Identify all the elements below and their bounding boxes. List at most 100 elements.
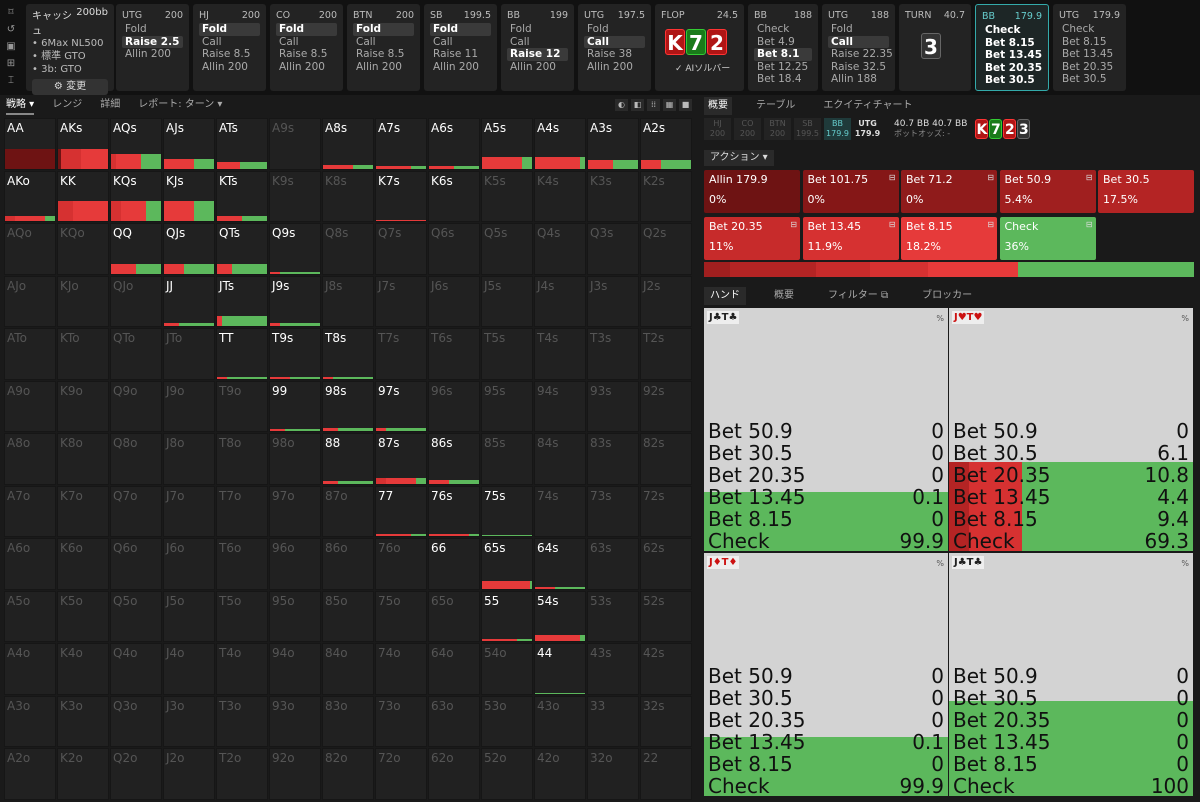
action-option[interactable]: Allin 200 xyxy=(353,61,414,74)
cash-card[interactable]: キャッシュ 200bb • 6Max NL500 • 標準 GTO • 3b: GTO ⚙… xyxy=(26,4,114,95)
action-option[interactable]: Call xyxy=(199,36,260,49)
expand-icon[interactable]: ⊟ xyxy=(889,173,896,182)
range-cell[interactable]: 76o xyxy=(375,538,427,590)
range-cell[interactable]: 55 xyxy=(481,590,533,642)
range-cell[interactable]: Q5s xyxy=(481,223,533,275)
range-cell[interactable]: A8s xyxy=(322,118,374,170)
range-cell[interactable]: J5s xyxy=(481,275,533,327)
action-option[interactable]: Call xyxy=(507,36,568,49)
range-cell[interactable]: Q4s xyxy=(534,223,586,275)
range-cell[interactable]: AJo xyxy=(4,275,56,327)
range-cell[interactable]: J9s xyxy=(269,275,321,327)
range-cell[interactable]: KJo xyxy=(57,275,109,327)
range-cell[interactable]: KK xyxy=(57,170,109,222)
range-cell[interactable]: AKs xyxy=(57,118,109,170)
action-option[interactable]: Bet 30.5 xyxy=(1059,73,1120,86)
action-box[interactable]: Bet 30.5 17.5% xyxy=(1098,170,1194,213)
action-option[interactable]: Bet 4.9 xyxy=(754,36,812,49)
grid-view-icon[interactable]: ▦ xyxy=(663,99,676,111)
range-cell[interactable]: T6s xyxy=(428,328,480,380)
range-cell[interactable]: K5o xyxy=(57,590,109,642)
range-cell[interactable]: Q3s xyxy=(587,223,639,275)
range-cell[interactable]: T5o xyxy=(216,590,268,642)
range-cell[interactable]: J4s xyxy=(534,275,586,327)
range-cell[interactable]: 63s xyxy=(587,538,639,590)
range-cell[interactable]: T8s xyxy=(322,328,374,380)
action-option[interactable]: Bet 20.35 xyxy=(982,62,1042,75)
range-cell[interactable]: T4s xyxy=(534,328,586,380)
turn-card[interactable]: TURN 40.7 3 xyxy=(899,4,971,91)
range-cell[interactable]: T4o xyxy=(216,643,268,695)
range-cell[interactable]: Q9o xyxy=(110,380,162,432)
range-cell[interactable]: AQo xyxy=(4,223,56,275)
range-cell[interactable]: T2s xyxy=(640,328,692,380)
range-cell[interactable]: A2s xyxy=(640,118,692,170)
range-cell[interactable]: 73o xyxy=(375,695,427,747)
action-option[interactable]: Allin 200 xyxy=(276,61,337,74)
range-cell[interactable]: 66 xyxy=(428,538,480,590)
range-cell[interactable]: 87o xyxy=(322,485,374,537)
range-cell[interactable]: K5s xyxy=(481,170,533,222)
range-cell[interactable]: 74o xyxy=(375,643,427,695)
range-cell[interactable]: A9s xyxy=(269,118,321,170)
range-cell[interactable]: 95o xyxy=(269,590,321,642)
range-cell[interactable]: 92s xyxy=(640,380,692,432)
range-cell[interactable]: 52s xyxy=(640,590,692,642)
range-cell[interactable]: K3o xyxy=(57,695,109,747)
bookmark-icon[interactable]: ⌑ xyxy=(0,4,22,21)
grid-small-icon[interactable]: ⁞⁞ xyxy=(647,99,660,111)
action-box[interactable]: Allin 179.9 0% xyxy=(704,170,800,213)
gamepad-icon[interactable]: ⊞ xyxy=(0,55,22,72)
right-tab[interactable]: エクイティチャート xyxy=(819,97,916,115)
range-cell[interactable]: AJs xyxy=(163,118,215,170)
range-cell[interactable]: KTs xyxy=(216,170,268,222)
range-cell[interactable]: AKo xyxy=(4,170,56,222)
range-cell[interactable]: T9s xyxy=(269,328,321,380)
range-cell[interactable]: J8s xyxy=(322,275,374,327)
current-decision-card[interactable]: BB 179.9 Check Bet 8.15 Bet 13.45 Bet 20.35 Be… xyxy=(975,4,1049,91)
range-cell[interactable]: T8o xyxy=(216,433,268,485)
range-cell[interactable]: K2s xyxy=(640,170,692,222)
range-cell[interactable]: 32s xyxy=(640,695,692,747)
range-cell[interactable]: AA xyxy=(4,118,56,170)
range-cell[interactable]: KQs xyxy=(110,170,162,222)
action-card[interactable]: UTG 200 Fold Raise 2.5 Allin 200 xyxy=(116,4,189,91)
range-cell[interactable]: A7o xyxy=(4,485,56,537)
range-cell[interactable]: A9o xyxy=(4,380,56,432)
range-cell[interactable]: A3s xyxy=(587,118,639,170)
action-option[interactable]: Fold xyxy=(353,23,414,36)
action-option[interactable]: Bet 8.15 xyxy=(1059,36,1120,49)
expand-icon[interactable]: ⊟ xyxy=(889,220,896,229)
range-cell[interactable]: 86o xyxy=(322,538,374,590)
action-option[interactable]: Raise 8.5 xyxy=(276,48,337,61)
range-cell[interactable]: 98o xyxy=(269,433,321,485)
range-cell[interactable]: A5o xyxy=(4,590,56,642)
range-cell[interactable]: K3s xyxy=(587,170,639,222)
range-cell[interactable]: TT xyxy=(216,328,268,380)
range-cell[interactable]: K4o xyxy=(57,643,109,695)
pie-view-icon[interactable]: ◐ xyxy=(615,99,628,111)
action-option[interactable]: Fold xyxy=(122,23,183,36)
action-option[interactable]: Allin 200 xyxy=(199,61,260,74)
range-cell[interactable]: A4o xyxy=(4,643,56,695)
range-cell[interactable]: 87s xyxy=(375,433,427,485)
range-cell[interactable]: 97o xyxy=(269,485,321,537)
range-cell[interactable]: Q9s xyxy=(269,223,321,275)
range-cell[interactable]: K8s xyxy=(322,170,374,222)
expand-icon[interactable]: ⊟ xyxy=(1086,220,1093,229)
left-tab[interactable]: レポート: ターン ▾ xyxy=(138,95,222,115)
range-cell[interactable]: A7s xyxy=(375,118,427,170)
range-cell[interactable]: A6s xyxy=(428,118,480,170)
hand-tab[interactable]: 概要 xyxy=(768,287,800,305)
action-option[interactable]: Bet 20.35 xyxy=(1059,61,1120,74)
action-option[interactable]: Fold xyxy=(507,23,568,36)
range-cell[interactable]: Q3o xyxy=(110,695,162,747)
combo-card[interactable]: J♥T♥% Bet 50.9 0 Bet 30.5 6.1 Bet 20.35 10.8 Be… xyxy=(949,308,1193,551)
action-option[interactable]: Bet 8.1 xyxy=(754,48,812,61)
range-cell[interactable]: J6s xyxy=(428,275,480,327)
action-option[interactable]: Allin 188 xyxy=(828,73,889,86)
action-option[interactable]: Bet 8.15 xyxy=(982,37,1042,50)
range-cell[interactable]: KJs xyxy=(163,170,215,222)
range-cell[interactable]: QJo xyxy=(110,275,162,327)
action-option[interactable]: Call xyxy=(828,35,889,48)
